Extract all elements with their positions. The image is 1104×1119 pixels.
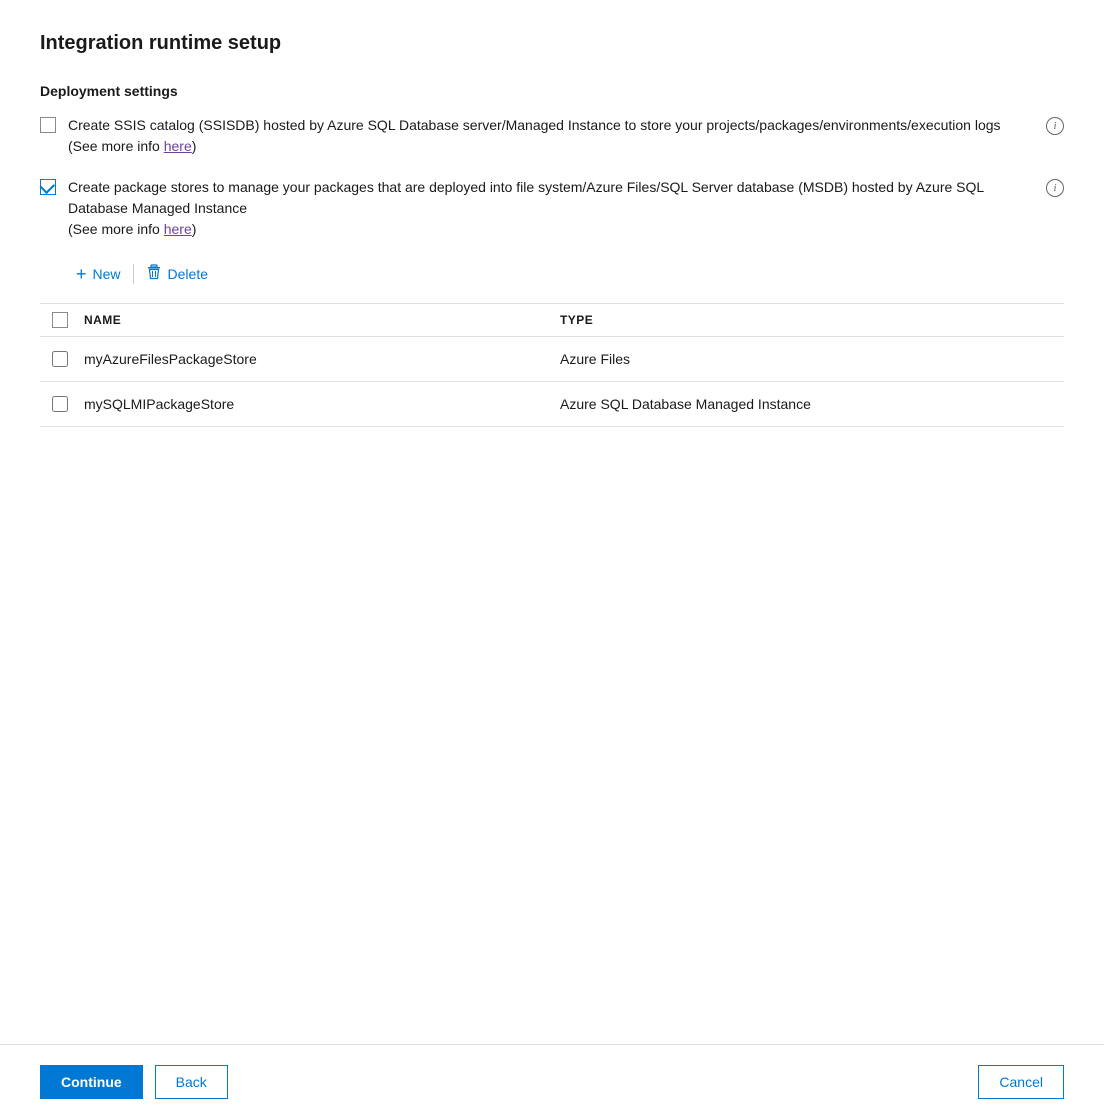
delete-label: Delete — [168, 266, 208, 282]
checkbox-row-2: Create package stores to manage your pac… — [40, 177, 1064, 240]
col-header-type: TYPE — [560, 313, 1052, 327]
new-label: New — [93, 266, 121, 282]
row-1-type: Azure Files — [560, 351, 1052, 367]
ssisdb-here-link[interactable]: here — [164, 138, 192, 154]
row-2-checkbox[interactable] — [52, 396, 68, 412]
toolbar-separator — [133, 264, 134, 284]
dialog-container: Integration runtime setup Deployment set… — [0, 0, 1104, 1119]
cancel-button[interactable]: Cancel — [978, 1065, 1064, 1099]
toolbar: + New Delete — [68, 260, 1064, 287]
plus-icon: + — [76, 265, 87, 283]
table-container: NAME TYPE myAzureFilesPackageStore Azure… — [40, 303, 1064, 427]
table-row[interactable]: mySQLMIPackageStore Azure SQL Database M… — [40, 382, 1064, 427]
page-title: Integration runtime setup — [40, 32, 1064, 55]
trash-icon — [146, 264, 162, 283]
dialog-footer: Continue Back Cancel — [0, 1044, 1104, 1119]
table-header: NAME TYPE — [40, 304, 1064, 337]
checkbox-ssisdb-text: Create SSIS catalog (SSISDB) hosted by A… — [68, 115, 1034, 157]
footer-left: Continue Back — [40, 1065, 228, 1099]
checkbox-wrapper-2: Create package stores to manage your pac… — [40, 177, 1034, 240]
delete-button[interactable]: Delete — [138, 260, 216, 287]
dialog-content: Integration runtime setup Deployment set… — [0, 0, 1104, 1044]
checkbox-wrapper-1: Create SSIS catalog (SSISDB) hosted by A… — [40, 115, 1034, 157]
row-2-type: Azure SQL Database Managed Instance — [560, 396, 1052, 412]
checkbox-package-stores[interactable] — [40, 179, 56, 195]
package-stores-here-link[interactable]: here — [164, 221, 192, 237]
table-select-all-checkbox[interactable] — [52, 312, 68, 328]
row-2-name: mySQLMIPackageStore — [84, 396, 544, 412]
info-icon-1[interactable]: i — [1046, 117, 1064, 135]
col-header-name: NAME — [84, 313, 544, 327]
table-row[interactable]: myAzureFilesPackageStore Azure Files — [40, 337, 1064, 382]
row-1-name: myAzureFilesPackageStore — [84, 351, 544, 367]
continue-button[interactable]: Continue — [40, 1065, 143, 1099]
section-title: Deployment settings — [40, 83, 1064, 99]
checkbox-ssisdb[interactable] — [40, 117, 56, 133]
back-button[interactable]: Back — [155, 1065, 228, 1099]
info-icon-2[interactable]: i — [1046, 179, 1064, 197]
checkbox-row-1: Create SSIS catalog (SSISDB) hosted by A… — [40, 115, 1064, 157]
checkbox-package-stores-text: Create package stores to manage your pac… — [68, 177, 1034, 240]
new-button[interactable]: + New — [68, 261, 129, 287]
row-1-checkbox[interactable] — [52, 351, 68, 367]
deployment-settings-section: Deployment settings Create SSIS catalog … — [40, 83, 1064, 427]
